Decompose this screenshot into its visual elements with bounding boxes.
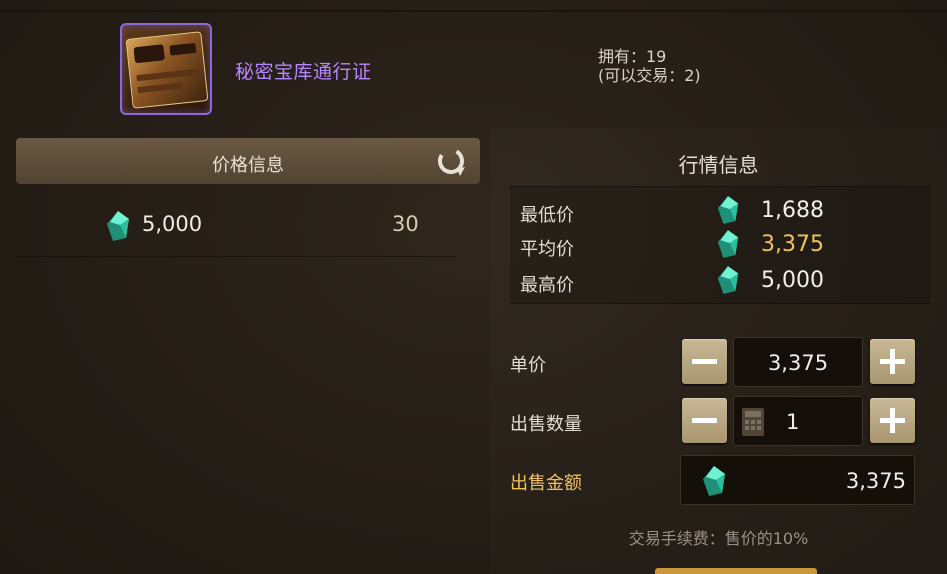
avg-price-row: 平均价 3,375 bbox=[510, 227, 930, 261]
owned-count: 拥有：19 (可以交易：2) bbox=[598, 47, 701, 85]
sell-button[interactable] bbox=[655, 568, 817, 574]
avg-price-label: 平均价 bbox=[520, 239, 574, 260]
tradable-text: (可以交易：2) bbox=[598, 66, 701, 85]
unit-price-value: 3,375 bbox=[767, 351, 829, 375]
listing-price: 5,000 bbox=[142, 212, 203, 236]
listing-quantity: 30 bbox=[392, 212, 419, 236]
list-item[interactable]: 5,000 30 bbox=[16, 208, 480, 252]
total-value: 3,375 bbox=[845, 469, 906, 493]
quantity-label: 出售数量 bbox=[510, 414, 582, 435]
price-info-title: 价格信息 bbox=[212, 155, 284, 176]
unit-price-increase-button[interactable] bbox=[870, 339, 915, 384]
quantity-value: 1 bbox=[786, 410, 800, 434]
owned-text: 拥有：19 bbox=[598, 47, 667, 66]
gem-icon bbox=[716, 195, 740, 229]
gem-icon bbox=[716, 265, 740, 299]
item-icon[interactable] bbox=[120, 23, 212, 115]
min-price-value: 1,688 bbox=[761, 198, 824, 223]
item-header: 秘密宝库通行证 拥有：19 (可以交易：2) bbox=[0, 12, 947, 128]
minus-icon bbox=[692, 418, 717, 423]
unit-price-decrease-button[interactable] bbox=[682, 339, 727, 384]
avg-price-value: 3,375 bbox=[761, 232, 824, 257]
total-amount-display: 3,375 bbox=[680, 455, 915, 505]
item-name: 秘密宝库通行证 bbox=[235, 61, 372, 83]
max-price-label: 最高价 bbox=[520, 275, 574, 296]
fee-note: 交易手续费：售价的10% bbox=[628, 529, 809, 548]
refresh-icon[interactable] bbox=[435, 145, 467, 177]
price-info-panel: 价格信息 5,000 30 bbox=[16, 138, 480, 574]
quantity-increase-button[interactable] bbox=[870, 398, 915, 443]
pass-card-icon bbox=[125, 31, 209, 109]
min-price-row: 最低价 1,688 bbox=[510, 193, 930, 227]
quantity-decrease-button[interactable] bbox=[682, 398, 727, 443]
gem-icon bbox=[716, 229, 740, 263]
price-info-header: 价格信息 bbox=[16, 138, 480, 184]
calculator-icon[interactable] bbox=[742, 408, 764, 436]
max-price-value: 5,000 bbox=[761, 268, 824, 293]
gem-icon bbox=[105, 210, 131, 246]
max-price-row: 最高价 5,000 bbox=[510, 263, 930, 297]
total-label: 出售金额 bbox=[510, 473, 582, 494]
market-stats: 最低价 1,688 平均价 3,375 最高价 5,000 bbox=[510, 186, 930, 304]
row-divider bbox=[16, 256, 456, 257]
market-info-title: 行情信息 bbox=[678, 153, 759, 177]
unit-price-input[interactable]: 3,375 bbox=[733, 337, 863, 387]
minus-icon bbox=[692, 359, 717, 364]
min-price-label: 最低价 bbox=[520, 205, 574, 226]
unit-price-label: 单价 bbox=[510, 355, 546, 376]
trade-window: 秘密宝库通行证 拥有：19 (可以交易：2) 价格信息 5,000 30 行情信… bbox=[0, 0, 947, 574]
quantity-input[interactable]: 1 bbox=[733, 396, 863, 446]
gem-icon bbox=[701, 465, 727, 502]
